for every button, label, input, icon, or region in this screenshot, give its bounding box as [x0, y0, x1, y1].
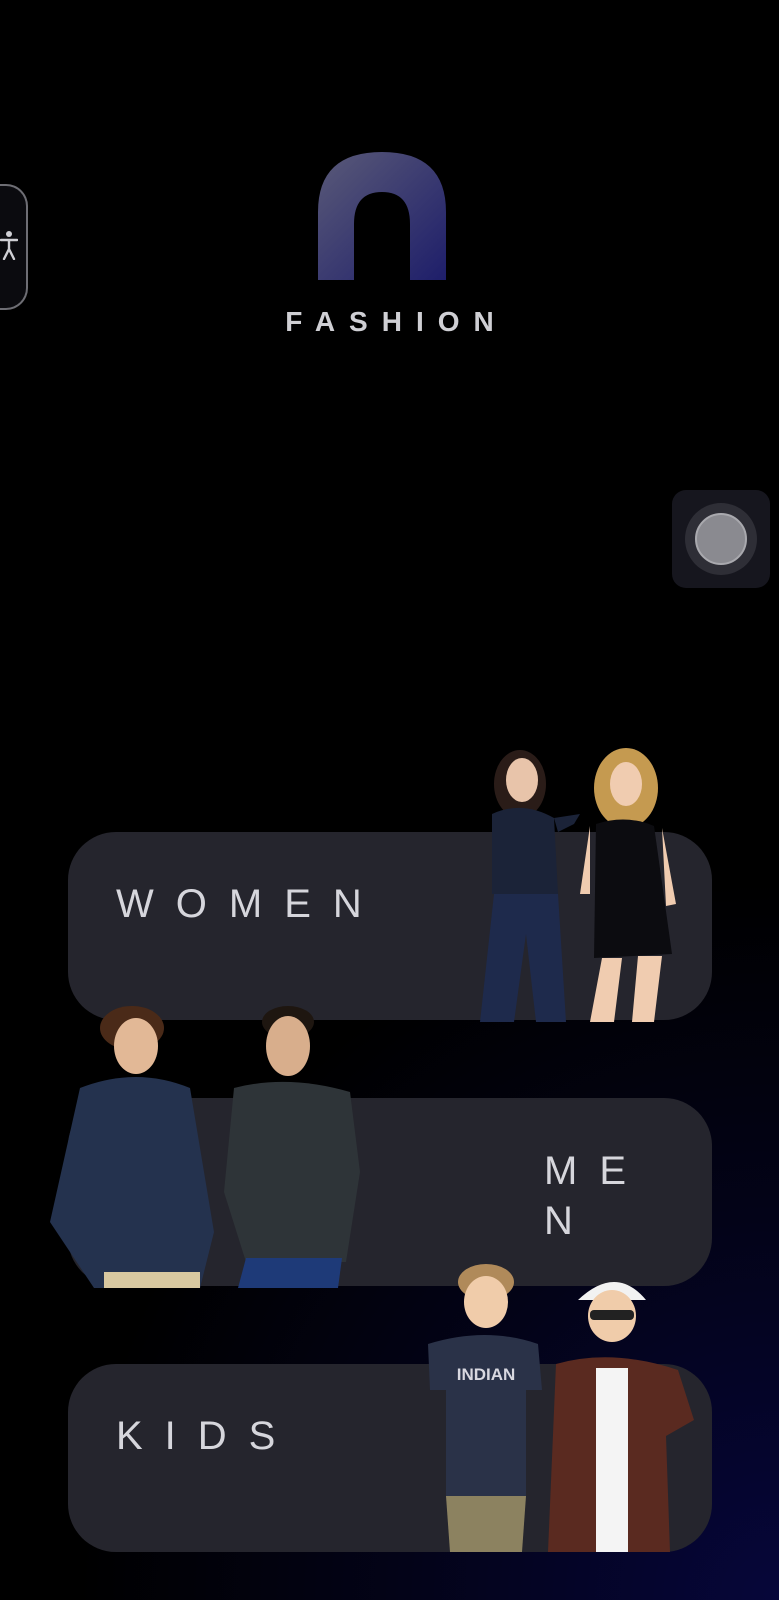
accessibility-tab[interactable] — [0, 184, 28, 310]
kids-model-image: INDIAN — [410, 1260, 710, 1557]
men-model-image — [50, 1002, 370, 1293]
assistive-touch-icon — [685, 503, 757, 575]
fashion-logo-icon — [318, 152, 458, 286]
women-model-image — [462, 744, 702, 1027]
category-label-men: MEN — [544, 1149, 648, 1243]
category-label-women: WOMEN — [116, 882, 384, 926]
kids-tshirt-text: INDIAN — [457, 1365, 516, 1384]
brand-name: FASHION — [285, 306, 508, 337]
accessibility-person-icon — [0, 230, 19, 265]
assistive-touch-button[interactable] — [672, 490, 770, 588]
category-label-kids: KIDS — [116, 1414, 298, 1458]
